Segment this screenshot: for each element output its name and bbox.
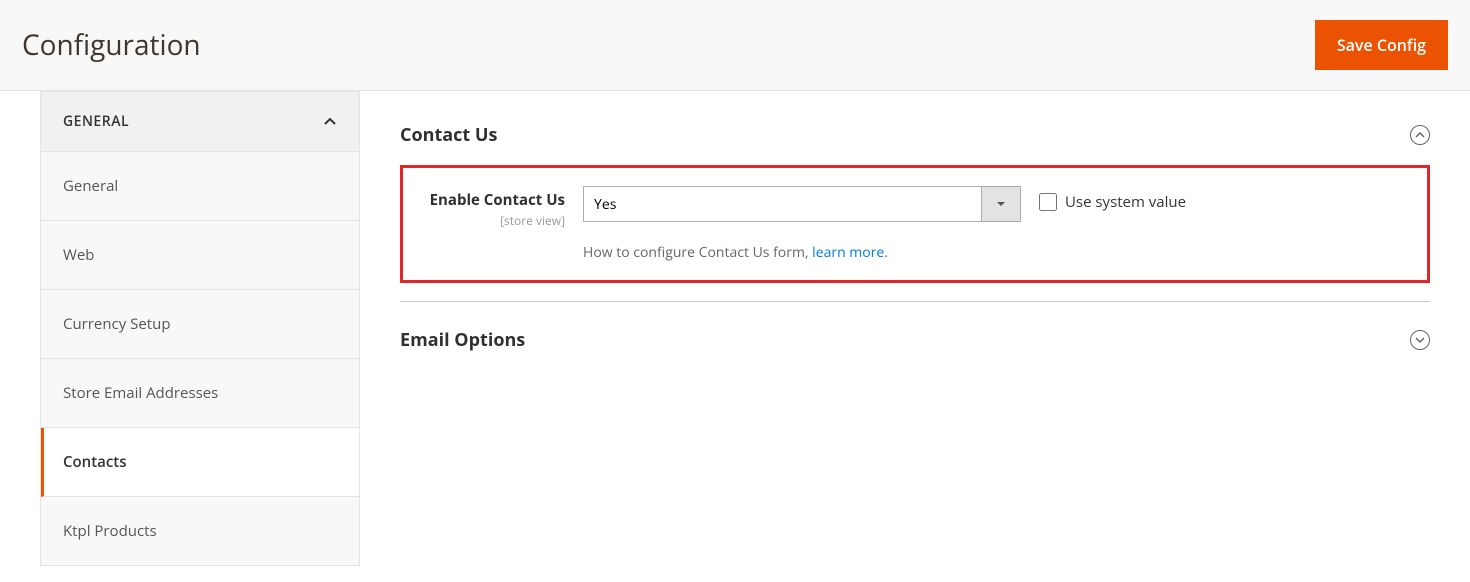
sidebar-section-label: GENERAL xyxy=(63,112,129,131)
sidebar-item-store-email-addresses[interactable]: Store Email Addresses xyxy=(41,359,359,428)
collapse-down-icon xyxy=(1410,330,1430,350)
select-wrapper: Yes xyxy=(583,186,1021,222)
field-note: How to configure Contact Us form, learn … xyxy=(583,243,1415,262)
use-system-value-label[interactable]: Use system value xyxy=(1065,192,1186,212)
main-panel: Contact Us Enable Contact Us [store view… xyxy=(360,91,1470,566)
section-title: Email Options xyxy=(400,328,525,352)
sidebar-item-currency-setup[interactable]: Currency Setup xyxy=(41,290,359,359)
page-header: Configuration Save Config xyxy=(0,0,1470,91)
field-scope: [store view] xyxy=(415,212,565,229)
sidebar-item-web[interactable]: Web xyxy=(41,221,359,290)
use-system-value-checkbox[interactable] xyxy=(1039,193,1057,211)
sidebar-items: General Web Currency Setup Store Email A… xyxy=(40,152,360,566)
learn-more-link[interactable]: learn more xyxy=(812,243,884,262)
chevron-up-icon xyxy=(323,115,337,129)
field-control: Yes xyxy=(583,186,1021,222)
note-suffix: . xyxy=(884,243,888,262)
page-title: Configuration xyxy=(22,26,201,64)
section-divider xyxy=(400,301,1430,302)
sidebar-section-general[interactable]: GENERAL xyxy=(40,91,360,152)
save-config-button[interactable]: Save Config xyxy=(1315,20,1448,70)
field-label-column: Enable Contact Us [store view] xyxy=(415,186,565,229)
section-header-email-options[interactable]: Email Options xyxy=(400,324,1430,360)
sidebar-item-ktpl-products[interactable]: Ktpl Products xyxy=(41,497,359,565)
highlight-box: Enable Contact Us [store view] Yes xyxy=(400,165,1430,283)
use-system-value-group: Use system value xyxy=(1039,186,1186,212)
note-text: How to configure Contact Us form, xyxy=(583,243,812,262)
sidebar: GENERAL General Web Currency Setup Store… xyxy=(40,91,360,566)
section-title: Contact Us xyxy=(400,123,497,147)
field-enable-contact-us: Enable Contact Us [store view] Yes xyxy=(415,186,1415,229)
collapse-up-icon xyxy=(1410,125,1430,145)
content-area: GENERAL General Web Currency Setup Store… xyxy=(0,91,1470,566)
section-header-contact-us[interactable]: Contact Us xyxy=(400,119,1430,165)
sidebar-item-general[interactable]: General xyxy=(41,152,359,221)
enable-contact-us-select[interactable]: Yes xyxy=(583,186,1021,222)
field-label: Enable Contact Us xyxy=(415,190,565,210)
sidebar-item-contacts[interactable]: Contacts xyxy=(41,428,359,497)
